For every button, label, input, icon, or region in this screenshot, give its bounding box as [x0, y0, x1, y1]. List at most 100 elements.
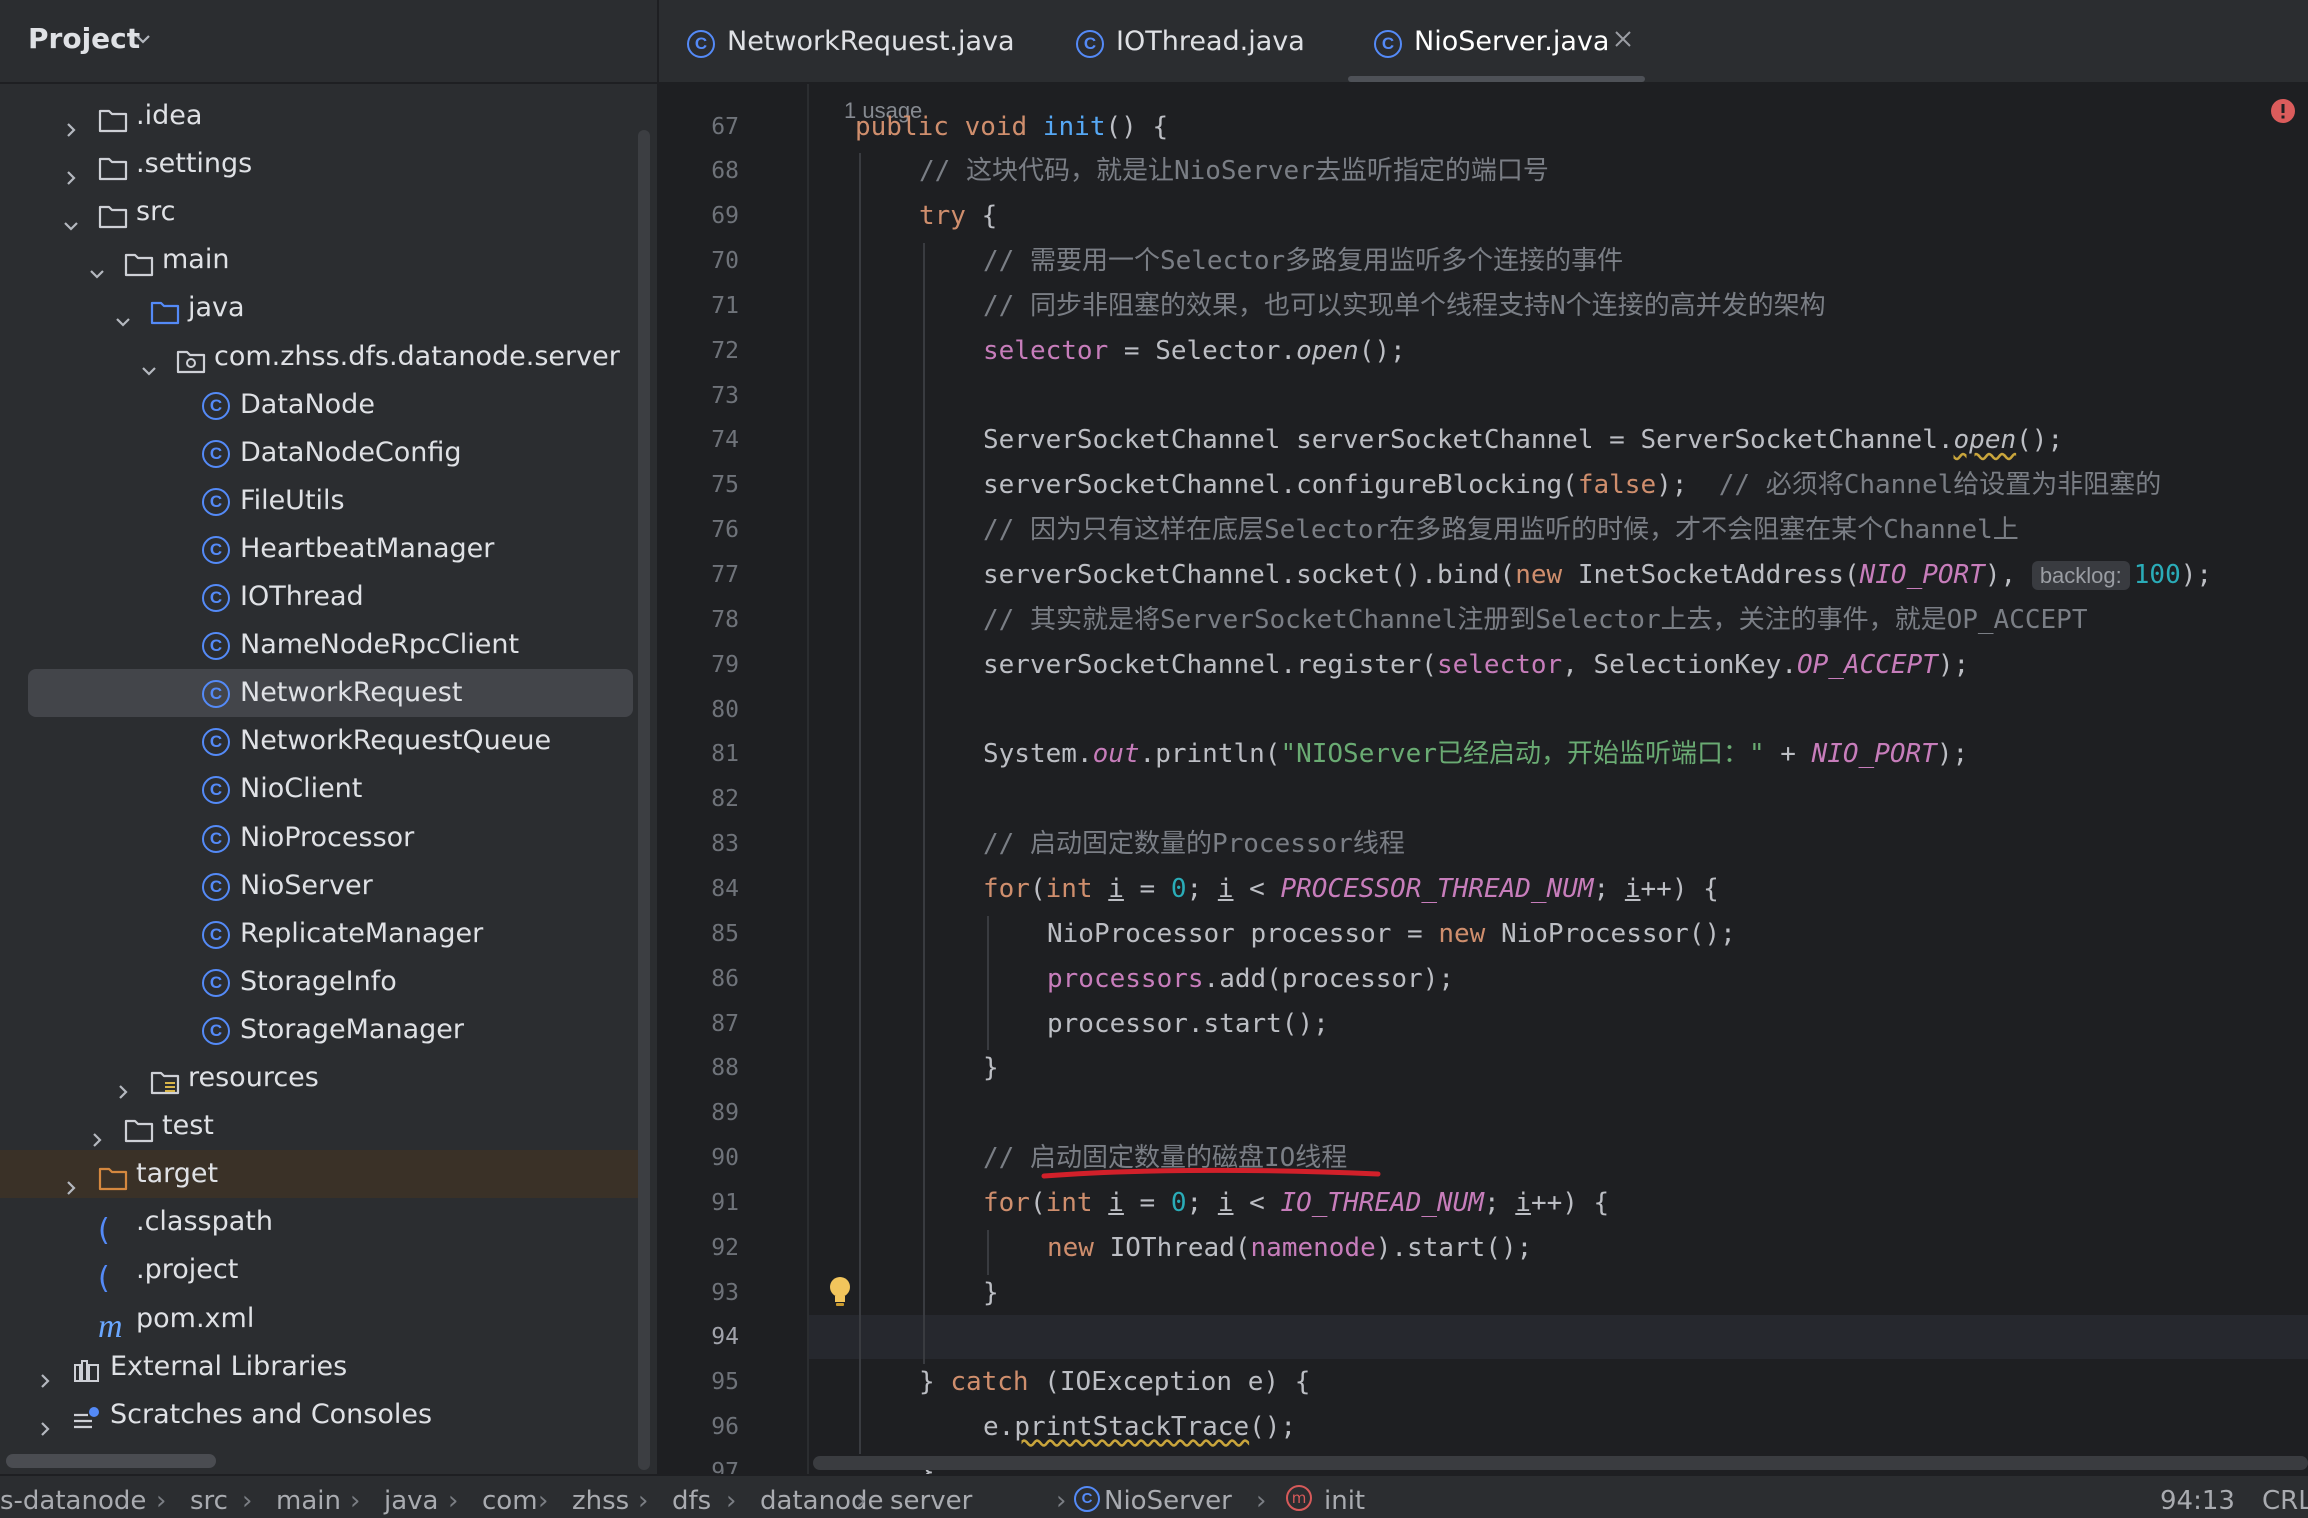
class-icon: C	[202, 439, 232, 468]
tree-item-label: src	[136, 196, 176, 228]
tree-item-test[interactable]: test	[0, 1102, 645, 1150]
chevron-down-icon[interactable]	[88, 251, 106, 279]
tree-item-settings[interactable]: .settings	[0, 140, 645, 188]
tree-item-label: test	[162, 1110, 214, 1142]
code-line[interactable]: }	[809, 1046, 2308, 1090]
tree-item-heartbeatmanager[interactable]: C HeartbeatManager	[0, 525, 645, 573]
chevron-right-icon[interactable]	[62, 155, 80, 185]
code-line[interactable]: selector = Selector.open();	[809, 329, 2308, 373]
code-line[interactable]: processors.add(processor);	[809, 957, 2308, 1001]
code-line[interactable]: }	[809, 1271, 2308, 1315]
chevron-down-icon[interactable]	[114, 299, 132, 327]
tree-item-nioclient[interactable]: C NioClient	[0, 765, 645, 813]
code-line[interactable]: // 其实就是将ServerSocketChannel注册到Selector上去…	[809, 598, 2308, 642]
line-separator[interactable]: CRL	[2262, 1486, 2308, 1516]
chevron-right-icon[interactable]	[114, 1069, 132, 1099]
tree-item-pom-xml[interactable]: m pom.xml	[0, 1295, 645, 1344]
code-line[interactable]: new IOThread(namenode).start();	[809, 1226, 2308, 1270]
file-icon: (	[98, 1213, 110, 1249]
code-area[interactable]: 1 usage public void init() {// 这块代码，就是让N…	[809, 84, 2308, 1474]
tree-item-idea[interactable]: .idea	[0, 92, 645, 140]
tree-item-datanodeconfig[interactable]: C DataNodeConfig	[0, 429, 645, 477]
tree-item-target[interactable]: target	[0, 1150, 645, 1199]
folder-icon	[98, 102, 128, 133]
tree-item-networkrequestqueue[interactable]: C NetworkRequestQueue	[0, 717, 645, 765]
cursor-position[interactable]: 94:13	[2160, 1486, 2235, 1516]
tree-item-nioserver[interactable]: C NioServer	[0, 862, 645, 910]
breadcrumb-item[interactable]: dfs	[672, 1486, 711, 1516]
code-line[interactable]: // 需要用一个Selector多路复用监听多个连接的事件	[809, 239, 2308, 283]
error-indicator-icon[interactable]	[2270, 98, 2296, 124]
package-icon	[176, 343, 206, 373]
close-icon[interactable]	[1612, 28, 1634, 50]
chevron-right-icon[interactable]	[36, 1406, 54, 1436]
editor-horizontal-scrollbar[interactable]	[813, 1456, 2308, 1470]
tree-item-project[interactable]: (.project	[0, 1246, 645, 1294]
tree-item-fileutils[interactable]: C FileUtils	[0, 477, 645, 525]
code-line[interactable]	[809, 1315, 2308, 1360]
code-line[interactable]: processor.start();	[809, 1002, 2308, 1046]
tree-item-replicatemanager[interactable]: C ReplicateManager	[0, 910, 645, 958]
tree-item-networkrequest[interactable]: C NetworkRequest	[0, 669, 645, 718]
code-line[interactable]: serverSocketChannel.configureBlocking(fa…	[809, 463, 2308, 507]
breadcrumb-item[interactable]: NioServer	[1104, 1486, 1232, 1516]
breadcrumb-item[interactable]: init	[1324, 1486, 1365, 1516]
code-line[interactable]: // 同步非阻塞的效果，也可以实现单个线程支持N个连接的高并发的架构	[809, 284, 2308, 328]
tree-item-src[interactable]: src	[0, 188, 645, 236]
code-line[interactable]: e.printStackTrace();	[809, 1405, 2308, 1449]
chevron-right-icon[interactable]	[88, 1117, 106, 1147]
tree-item-storageinfo[interactable]: C StorageInfo	[0, 958, 645, 1006]
code-line[interactable]: // 因为只有这样在底层Selector在多路复用监听的时候，才不会阻塞在某个C…	[809, 508, 2308, 552]
tree-item-scratches-and-consoles[interactable]: Scratches and Consoles	[0, 1391, 645, 1439]
chevron-right-icon[interactable]	[36, 1358, 54, 1388]
code-line[interactable]: // 启动固定数量的磁盘IO线程	[809, 1136, 2308, 1180]
chevron-right-icon[interactable]	[62, 107, 80, 137]
code-token: new	[1438, 918, 1501, 949]
breadcrumb-item[interactable]: main	[276, 1486, 341, 1516]
breadcrumb-item[interactable]: java	[384, 1486, 438, 1516]
code-line[interactable]: serverSocketChannel.socket().bind(new In…	[809, 553, 2308, 597]
code-line[interactable]: ServerSocketChannel serverSocketChannel …	[809, 418, 2308, 462]
code-line[interactable]	[809, 374, 2308, 418]
tree-item-external-libraries[interactable]: External Libraries	[0, 1343, 645, 1391]
tree-item-main[interactable]: main	[0, 236, 645, 284]
code-line[interactable]: for(int i = 0; i < PROCESSOR_THREAD_NUM;…	[809, 867, 2308, 911]
chevron-right-icon[interactable]	[62, 1165, 80, 1195]
code-line[interactable]	[809, 1091, 2308, 1135]
tree-item-namenoderpcclient[interactable]: C NameNodeRpcClient	[0, 621, 645, 669]
breadcrumb-item[interactable]: s-datanode	[0, 1486, 146, 1516]
line-number: 72	[711, 337, 739, 364]
tree-item-classpath[interactable]: (.classpath	[0, 1198, 645, 1246]
intention-bulb-icon[interactable]	[827, 1275, 853, 1309]
code-line[interactable]: public void init() {	[809, 105, 2308, 149]
tree-item-nioprocessor[interactable]: C NioProcessor	[0, 814, 645, 862]
code-line[interactable]: } catch (IOException e) {	[809, 1360, 2308, 1404]
breadcrumb-item[interactable]: com	[482, 1486, 538, 1516]
chevron-down-icon[interactable]	[134, 30, 152, 48]
breadcrumb-item[interactable]: src	[190, 1486, 228, 1516]
code-line[interactable]	[809, 688, 2308, 732]
code-token: 100	[2133, 560, 2181, 590]
tree-item-storagemanager[interactable]: C StorageManager	[0, 1006, 645, 1054]
code-line[interactable]: // 启动固定数量的Processor线程	[809, 822, 2308, 866]
tree-horizontal-scrollbar[interactable]	[6, 1454, 216, 1468]
tree-item-iothread[interactable]: C IOThread	[0, 573, 645, 621]
tree-vertical-scrollbar[interactable]	[638, 130, 650, 1470]
line-number: 74	[711, 427, 739, 454]
breadcrumb-item[interactable]: zhss	[572, 1486, 629, 1516]
chevron-down-icon[interactable]	[140, 348, 158, 376]
code-line[interactable]: System.out.println("NIOServer已经启动，开始监听端口…	[809, 732, 2308, 776]
chevron-down-icon[interactable]	[62, 203, 80, 231]
breadcrumb-item[interactable]: server	[890, 1486, 972, 1516]
code-line[interactable]: NioProcessor processor = new NioProcesso…	[809, 912, 2308, 956]
tree-item-com-zhss-dfs-datanode-server[interactable]: com.zhss.dfs.datanode.server	[0, 333, 645, 381]
tree-item-resources[interactable]: resources	[0, 1054, 645, 1102]
code-line[interactable]: // 这块代码，就是让NioServer去监听指定的端口号	[809, 149, 2308, 193]
tree-item-datanode[interactable]: C DataNode	[0, 381, 645, 429]
code-line[interactable]: for(int i = 0; i < IO_THREAD_NUM; i++) {	[809, 1181, 2308, 1225]
code-line[interactable]: serverSocketChannel.register(selector, S…	[809, 643, 2308, 687]
code-line[interactable]	[809, 777, 2308, 821]
project-view-selector[interactable]: Project	[28, 22, 140, 55]
tree-item-java[interactable]: java	[0, 284, 645, 332]
code-line[interactable]: try {	[809, 194, 2308, 238]
